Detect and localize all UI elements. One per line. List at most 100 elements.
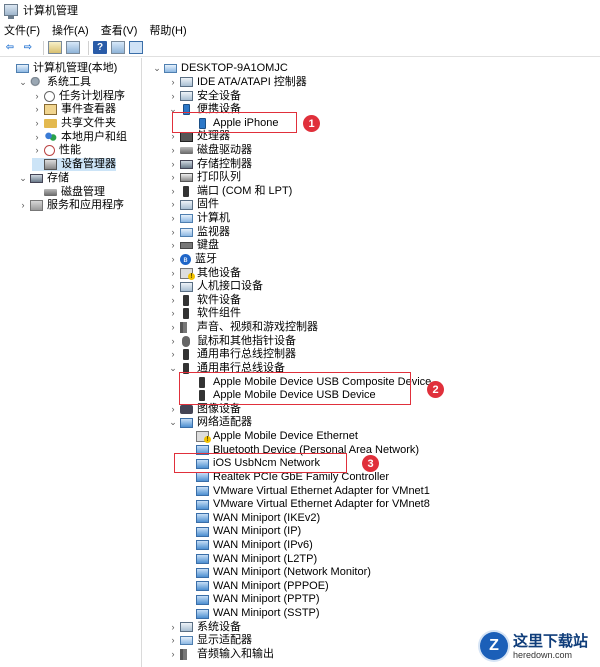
chevron-right-icon[interactable]: › [168,171,178,184]
menu-file[interactable]: 文件(F) [4,22,40,38]
chevron-right-icon[interactable]: › [168,212,178,225]
chevron-right-icon[interactable]: › [168,226,178,239]
device-item-音频输入和输出[interactable]: › 音频输入和输出 [168,648,274,662]
device-item-打印队列[interactable]: › 打印队列 [168,171,242,185]
show-hide-tree-icon[interactable] [66,41,80,54]
chevron-right-icon[interactable]: › [168,348,178,361]
chevron-right-icon[interactable]: › [32,103,42,116]
net-icon [196,499,209,510]
monitor-icon[interactable] [129,41,143,54]
chevron-right-icon[interactable]: › [168,198,178,211]
chevron-right-icon[interactable]: › [168,294,178,307]
chevron-right-icon[interactable]: › [32,90,42,103]
menu-action[interactable]: 操作(A) [52,22,89,38]
device-item-监视器[interactable]: › 监视器 [168,225,231,239]
chevron-right-icon[interactable]: › [168,76,178,89]
forward-arrow-icon[interactable]: ⇨ [21,41,35,54]
device-item-wan-miniport-ip[interactable]: WAN Miniport (IP) [184,525,301,539]
up-folder-icon[interactable] [48,41,62,54]
chevron-down-icon[interactable]: ⌄ [18,76,28,89]
chevron-right-icon[interactable]: › [168,267,178,280]
nav-item-服务和应用程序[interactable]: › 服务和应用程序 [18,199,124,213]
chevron-right-icon[interactable]: › [168,90,178,103]
device-item-磁盘驱动器[interactable]: › 磁盘驱动器 [168,144,253,158]
device-item-计算机[interactable]: › 计算机 [168,212,231,226]
chevron-right-icon[interactable]: › [168,321,178,334]
device-item-软件设备[interactable]: › 软件设备 [168,294,241,308]
device-item-wan-miniport-network-monitor[interactable]: WAN Miniport (Network Monitor) [184,566,371,580]
menu-view[interactable]: 查看(V) [101,22,138,38]
device-item-vmware-virtual-ethernet-adapter-for-vmnet8[interactable]: VMware Virtual Ethernet Adapter for VMne… [184,498,430,512]
pc-icon [180,636,193,646]
chevron-right-icon[interactable]: › [168,634,178,647]
help-icon[interactable]: ? [93,41,107,54]
device-item-端口-com-和-lpt[interactable]: › 端口 (COM 和 LPT) [168,185,292,199]
device-item-label: 监视器 [197,225,230,238]
device-item-键盘[interactable]: › 键盘 [168,239,220,253]
device-item-wan-miniport-pppoe[interactable]: WAN Miniport (PPPOE) [184,580,329,594]
nav-item-设备管理器[interactable]: 设备管理器 [32,157,116,172]
log-icon [44,104,57,116]
device-item-鼠标和其他指针设备[interactable]: › 鼠标和其他指针设备 [168,334,296,348]
nav-item-共享文件夹[interactable]: › 共享文件夹 [32,117,117,131]
nav-item-事件查看器[interactable]: › 事件查看器 [32,103,116,117]
menu-help[interactable]: 帮助(H) [149,22,186,38]
chevron-right-icon[interactable]: › [168,185,178,198]
nav-item-本地用户和组[interactable]: › 本地用户和组 [32,131,127,145]
speaker-icon [180,648,193,660]
chevron-right-icon[interactable]: › [168,158,178,171]
device-item-蓝牙[interactable]: › ʙ 蓝牙 [168,253,217,267]
nav-item-系统工具[interactable]: ⌄ 系统工具 [18,76,91,90]
title-bar: 计算机管理 [0,0,600,20]
device-item-label: 计算机 [197,212,230,225]
device-item-wan-miniport-sstp[interactable]: WAN Miniport (SSTP) [184,607,320,621]
nav-item-磁盘管理[interactable]: 磁盘管理 [32,185,105,199]
chevron-right-icon[interactable]: › [168,648,178,661]
device-item-系统设备[interactable]: › 系统设备 [168,620,242,634]
chevron-right-icon[interactable]: › [18,199,28,212]
chevron-right-icon[interactable]: › [168,239,178,252]
chevron-right-icon[interactable]: › [32,131,42,144]
device-item-安全设备[interactable]: › 安全设备 [168,89,242,103]
chevron-down-icon[interactable]: ⌄ [168,362,178,375]
device-item-声音-视频和游戏控制器[interactable]: › 声音、视频和游戏控制器 [168,321,318,335]
nav-item-任务计划程序[interactable]: › 任务计划程序 [32,89,125,103]
chevron-right-icon[interactable]: › [168,280,178,293]
device-item-存储控制器[interactable]: › 存储控制器 [168,157,253,171]
chevron-down-icon[interactable]: ⌄ [168,416,178,429]
device-item-wan-miniport-l2tp[interactable]: WAN Miniport (L2TP) [184,552,317,566]
nav-item-计算机管理-本地[interactable]: 计算机管理(本地) [4,62,117,76]
nav-item-存储[interactable]: ⌄ 存储 [18,172,69,186]
chevron-down-icon[interactable]: ⌄ [152,62,162,75]
device-item-desktop-9a1omjc[interactable]: ⌄ DESKTOP-9A1OMJC [152,62,288,76]
device-item-wan-miniport-pptp[interactable]: WAN Miniport (PPTP) [184,593,320,607]
device-item-人机接口设备[interactable]: › 人机接口设备 [168,280,264,294]
device-item-网络适配器[interactable]: ⌄ 网络适配器 [168,416,252,430]
nav-item-label: 计算机管理(本地) [33,62,118,75]
device-item-软件组件[interactable]: › 软件组件 [168,307,241,321]
device-item-label: 音频输入和输出 [197,647,274,660]
chevron-right-icon[interactable]: › [168,253,178,266]
back-arrow-icon[interactable]: ⇦ [3,41,17,54]
device-item-通用串行总线控制器[interactable]: › 通用串行总线控制器 [168,348,296,362]
device-item-显示适配器[interactable]: › 显示适配器 [168,634,253,648]
device-item-apple-mobile-device-ethernet[interactable]: Apple Mobile Device Ethernet [184,430,358,444]
chevron-down-icon[interactable]: ⌄ [18,172,28,185]
kbd-icon [180,242,193,250]
chevron-right-icon[interactable]: › [168,403,178,416]
device-item-ide-ata-atapi-控制器[interactable]: › IDE ATA/ATAPI 控制器 [168,76,307,90]
chevron-right-icon[interactable]: › [168,307,178,320]
chevron-right-icon[interactable]: › [32,144,42,157]
device-item-其他设备[interactable]: › 其他设备 [168,266,241,280]
device-item-固件[interactable]: › 固件 [168,198,220,212]
device-item-wan-miniport-ikev2[interactable]: WAN Miniport (IKEv2) [184,511,320,525]
device-item-vmware-virtual-ethernet-adapter-for-vmnet1[interactable]: VMware Virtual Ethernet Adapter for VMne… [184,484,430,498]
chevron-right-icon[interactable]: › [168,621,178,634]
device-item-wan-miniport-ipv6[interactable]: WAN Miniport (IPv6) [184,539,313,553]
nav-item-性能[interactable]: › 性能 [32,144,81,158]
cat-icon [180,199,193,210]
chevron-right-icon[interactable]: › [32,117,42,130]
chevron-right-icon[interactable]: › [168,144,178,157]
properties-icon[interactable] [111,41,125,54]
chevron-right-icon[interactable]: › [168,335,178,348]
